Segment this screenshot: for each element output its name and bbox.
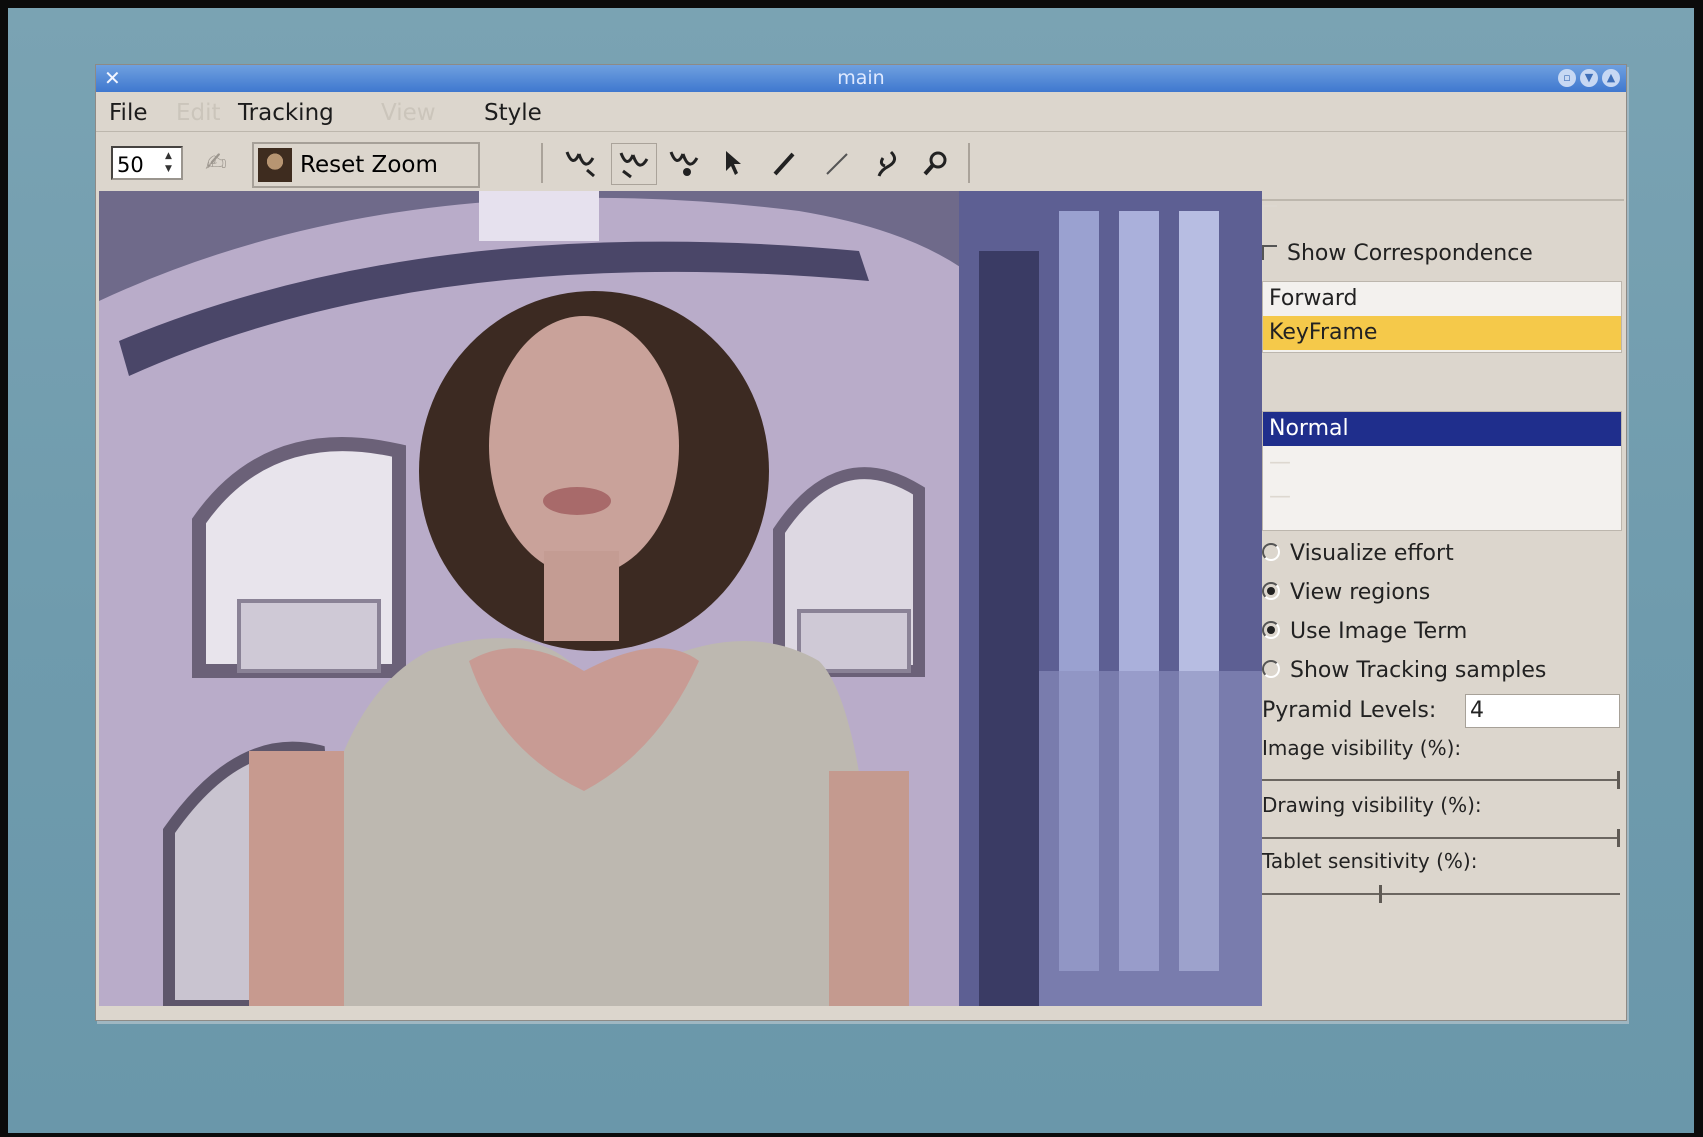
show-correspondence-label: Show Correspondence xyxy=(1287,241,1533,266)
show-tracking-samples-label: Show Tracking samples xyxy=(1290,658,1547,683)
style-list[interactable]: Normal — — xyxy=(1262,411,1622,531)
slider-knob[interactable] xyxy=(1617,771,1620,789)
window-controls: ▫ ▼ ▲ xyxy=(1558,69,1620,87)
desktop-background: ✕ main ▫ ▼ ▲ File Edit Tracking View Sty… xyxy=(8,8,1694,1133)
track-both-icon[interactable] xyxy=(662,143,706,183)
direction-list[interactable]: Forward KeyFrame xyxy=(1262,281,1622,353)
list-item-forward[interactable]: Forward xyxy=(1263,282,1621,316)
list-item-keyframe[interactable]: KeyFrame xyxy=(1263,316,1621,350)
drawing-tool-icon[interactable]: ✍ xyxy=(196,143,236,183)
zoom-value: 50 xyxy=(117,153,144,177)
reset-zoom-button[interactable]: Reset Zoom xyxy=(252,142,480,188)
pointer-icon[interactable] xyxy=(716,143,752,183)
radio-icon[interactable] xyxy=(1262,582,1280,600)
maximize-icon[interactable]: ▲ xyxy=(1602,69,1620,87)
window-title: main xyxy=(837,67,885,89)
toolbar: 50 ▲ ▼ ✍ Reset Zoom xyxy=(96,137,1626,188)
use-image-term-label: Use Image Term xyxy=(1290,619,1468,644)
toolbar-separator xyxy=(968,143,970,183)
reset-zoom-label: Reset Zoom xyxy=(300,152,438,178)
list-item-normal[interactable]: Normal xyxy=(1263,412,1621,446)
title-bar[interactable]: ✕ main ▫ ▼ ▲ xyxy=(96,65,1626,92)
tracking-options-panel: Show Correspondence Forward KeyFrame Nor… xyxy=(1262,191,1624,1011)
tablet-sensitivity-slider[interactable] xyxy=(1262,885,1620,903)
list-item-ghost[interactable]: — xyxy=(1263,480,1621,514)
toolbar-separator xyxy=(541,143,543,183)
line-icon[interactable] xyxy=(816,143,856,183)
track-forward-icon[interactable] xyxy=(558,143,602,183)
radio-icon[interactable] xyxy=(1262,621,1280,639)
image-visibility-label: Image visibility (%): xyxy=(1262,736,1462,760)
tablet-sensitivity-label: Tablet sensitivity (%): xyxy=(1262,849,1478,873)
pyramid-levels-input[interactable]: 4 xyxy=(1465,694,1620,728)
menu-file[interactable]: File xyxy=(109,100,148,126)
show-tracking-samples-radio[interactable]: Show Tracking samples xyxy=(1262,658,1546,683)
shade-icon[interactable]: ▫ xyxy=(1558,69,1576,87)
radio-icon[interactable] xyxy=(1262,543,1280,561)
radio-icon[interactable] xyxy=(1262,660,1280,678)
magnifier-icon[interactable] xyxy=(916,143,956,183)
list-item-ghost[interactable]: — xyxy=(1263,446,1621,480)
use-image-term-radio[interactable]: Use Image Term xyxy=(1262,619,1467,644)
visualize-effort-label: Visualize effort xyxy=(1290,541,1454,566)
video-frame-image xyxy=(99,191,1262,1006)
disabled-checkbox-row xyxy=(1262,199,1624,226)
show-correspondence-checkbox[interactable]: Show Correspondence xyxy=(1262,241,1533,266)
image-visibility-slider[interactable] xyxy=(1262,771,1620,789)
slider-knob[interactable] xyxy=(1617,829,1620,847)
visualize-effort-radio[interactable]: Visualize effort xyxy=(1262,541,1454,566)
main-window: ✕ main ▫ ▼ ▲ File Edit Tracking View Sty… xyxy=(95,64,1627,1021)
checkbox-icon[interactable] xyxy=(1262,245,1277,260)
minimize-icon[interactable]: ▼ xyxy=(1580,69,1598,87)
spin-arrows-icon[interactable]: ▲ ▼ xyxy=(165,150,179,178)
view-regions-label: View regions xyxy=(1290,580,1431,605)
view-regions-radio[interactable]: View regions xyxy=(1262,580,1430,605)
menu-view[interactable]: View xyxy=(381,100,436,126)
video-frame-canvas[interactable] xyxy=(99,191,1262,1006)
drawing-visibility-label: Drawing visibility (%): xyxy=(1262,793,1482,817)
menu-style[interactable]: Style xyxy=(484,100,542,126)
menu-bar: File Edit Tracking View Style xyxy=(96,95,1626,132)
close-icon[interactable]: ✕ xyxy=(104,65,121,92)
thumbnail-icon xyxy=(258,148,292,182)
pen-icon[interactable] xyxy=(764,143,804,183)
track-back-icon[interactable] xyxy=(611,143,657,185)
menu-tracking[interactable]: Tracking xyxy=(238,100,334,126)
slider-knob[interactable] xyxy=(1379,885,1382,903)
lasso-icon[interactable] xyxy=(866,143,906,183)
zoom-spinbox[interactable]: 50 ▲ ▼ xyxy=(111,146,183,180)
drawing-visibility-slider[interactable] xyxy=(1262,829,1620,847)
menu-edit[interactable]: Edit xyxy=(176,100,221,126)
pyramid-levels-label: Pyramid Levels: xyxy=(1262,698,1437,723)
